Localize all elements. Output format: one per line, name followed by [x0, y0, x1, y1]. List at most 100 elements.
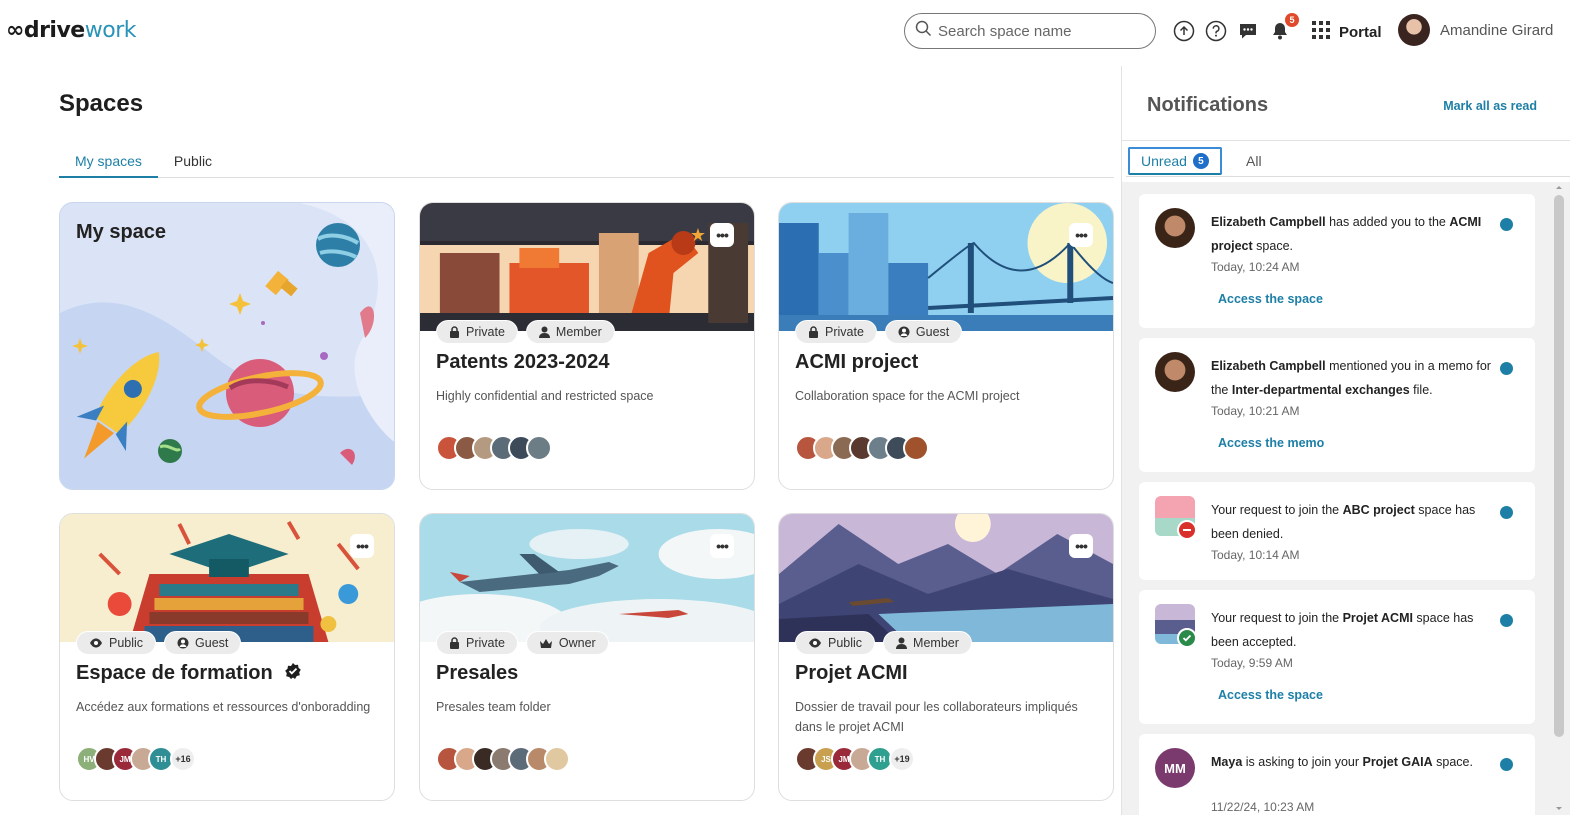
user-menu[interactable]: Amandine Girard — [1398, 14, 1553, 46]
access-memo-link[interactable]: Access the memo — [1218, 436, 1324, 450]
space-card-patents[interactable]: ★ ••• Private Member Patents 2023-2024 H… — [419, 202, 755, 490]
scroll-down-icon[interactable] — [1552, 803, 1566, 813]
member-avatar[interactable] — [903, 435, 929, 461]
unread-dot[interactable] — [1500, 218, 1513, 231]
my-space-card[interactable]: My space — [59, 202, 395, 490]
tag-list: Private Guest — [795, 320, 963, 344]
lock-icon — [450, 637, 459, 649]
tab-my-spaces[interactable]: My spaces — [59, 150, 158, 178]
notifications-list: Elizabeth Campbell has added you to the … — [1122, 182, 1570, 815]
notification-time: 11/22/24, 10:23 AM — [1211, 800, 1315, 814]
card-cover-image — [779, 514, 1113, 642]
notification-item[interactable]: Your request to join the ABC project spa… — [1139, 482, 1535, 580]
notification-text: Elizabeth Campbell mentioned you in a me… — [1211, 359, 1491, 397]
tag-list: Private Member — [436, 320, 615, 344]
spaces-tabs: My spaces Public — [59, 150, 1114, 178]
unread-dot[interactable] — [1500, 758, 1513, 771]
notification-time: Today, 10:14 AM — [1211, 548, 1300, 562]
upload-icon[interactable] — [1172, 19, 1196, 43]
role-tag: Owner — [525, 631, 609, 655]
space-card-presales[interactable]: ••• Private Owner Presales Presales team… — [419, 513, 755, 801]
notification-text: Your request to join the Projet ACMI spa… — [1211, 611, 1474, 649]
notification-item[interactable]: MM Maya is asking to join your Projet GA… — [1139, 734, 1535, 815]
lock-icon — [450, 326, 459, 338]
space-name: Presales — [436, 662, 519, 684]
access-space-link[interactable]: Access the space — [1218, 688, 1323, 702]
privacy-tag: Private — [795, 320, 877, 344]
top-bar: ∞drivework 5 Portal Amandine Girard — [0, 0, 1570, 62]
avatar — [1155, 208, 1195, 248]
user-name: Amandine Girard — [1440, 21, 1554, 39]
more-members-count[interactable]: +16 — [170, 746, 196, 772]
role-tag: Guest — [164, 631, 242, 655]
space-description: Collaboration space for the ACMI project — [795, 389, 1020, 403]
privacy-tag: Public — [795, 631, 876, 655]
space-name: Patents 2023-2024 — [436, 351, 610, 373]
space-description: Accédez aux formations et ressources d'o… — [76, 700, 371, 714]
unread-dot[interactable] — [1500, 506, 1513, 519]
space-card-acmi-project[interactable]: ••• Private Guest ACMI project Collabora… — [778, 202, 1114, 490]
search-box[interactable] — [904, 13, 1156, 49]
spaces-main: Spaces My spaces Public My space ★ ••• P… — [59, 62, 1114, 815]
notification-text: Your request to join the ABC project spa… — [1211, 503, 1476, 541]
avatar: MM — [1155, 748, 1195, 788]
privacy-tag: Private — [436, 320, 518, 344]
my-space-label: My space — [76, 221, 167, 243]
more-options-button[interactable]: ••• — [710, 223, 734, 247]
person-icon — [538, 326, 550, 338]
tag-list: Private Owner — [436, 631, 609, 655]
search-input[interactable] — [938, 22, 1138, 40]
notifications-panel: Notifications Mark all as read Unread 5 … — [1121, 66, 1570, 815]
notification-time: Today, 10:24 AM — [1211, 260, 1300, 274]
unread-count-badge: 5 — [1192, 153, 1209, 169]
space-name: Projet ACMI — [795, 662, 908, 684]
notification-count-badge: 5 — [1285, 13, 1299, 27]
role-tag: Member — [883, 631, 972, 655]
scroll-thumb[interactable] — [1554, 195, 1564, 737]
mark-all-read-link[interactable]: Mark all as read — [1443, 99, 1537, 113]
access-space-link[interactable]: Access the space — [1218, 292, 1323, 306]
space-name: ACMI project — [795, 351, 919, 373]
card-cover-image — [420, 203, 754, 331]
eye-icon — [809, 638, 821, 648]
person-icon — [896, 637, 908, 649]
eye-icon — [90, 638, 102, 648]
more-options-button[interactable]: ••• — [1069, 534, 1093, 558]
denied-icon — [1177, 520, 1197, 540]
notification-text: Maya is asking to join your Projet GAIA … — [1211, 755, 1473, 769]
notification-item[interactable]: Your request to join the Projet ACMI spa… — [1139, 590, 1535, 724]
space-card-espace-de-formation[interactable]: ••• Public Guest Espace de formation Acc… — [59, 513, 395, 801]
space-description: Dossier de travail pour les collaborateu… — [795, 700, 1078, 734]
notifications-tabs: Unread 5 All — [1126, 147, 1570, 177]
more-options-button[interactable]: ••• — [1069, 223, 1093, 247]
unread-dot[interactable] — [1500, 362, 1513, 375]
tab-unread[interactable]: Unread 5 — [1128, 147, 1222, 175]
help-icon[interactable] — [1204, 19, 1228, 43]
more-members-count[interactable]: +19 — [889, 746, 915, 772]
avatar — [1155, 352, 1195, 392]
more-options-button[interactable]: ••• — [350, 534, 374, 558]
notifications-scrollbar[interactable] — [1552, 183, 1566, 815]
notification-text: Elizabeth Campbell has added you to the … — [1211, 215, 1482, 253]
member-avatars: HV JM TH +16 — [76, 746, 196, 772]
space-card-projet-acmi[interactable]: ••• Public Member Projet ACMI Dossier de… — [778, 513, 1114, 801]
chat-icon[interactable] — [1236, 19, 1260, 43]
member-avatar[interactable] — [544, 746, 570, 772]
page-title: Spaces — [59, 90, 144, 117]
apps-grid-icon — [1311, 20, 1331, 44]
notifications-title: Notifications — [1147, 94, 1269, 116]
tab-public[interactable]: Public — [158, 150, 228, 178]
scroll-up-icon[interactable] — [1552, 183, 1566, 193]
app-logo[interactable]: ∞drivework — [6, 18, 136, 43]
tab-all[interactable]: All — [1246, 153, 1262, 169]
unread-dot[interactable] — [1500, 614, 1513, 627]
notification-item[interactable]: Elizabeth Campbell mentioned you in a me… — [1139, 338, 1535, 472]
more-options-button[interactable]: ••• — [710, 534, 734, 558]
portal-button[interactable]: Portal — [1311, 20, 1382, 44]
favorite-star-icon[interactable]: ★ — [690, 225, 706, 246]
tag-list: Public Member — [795, 631, 972, 655]
notification-item[interactable]: Elizabeth Campbell has added you to the … — [1139, 194, 1535, 328]
guest-icon — [177, 637, 189, 649]
member-avatar[interactable] — [526, 435, 552, 461]
card-cover-image — [60, 514, 394, 642]
